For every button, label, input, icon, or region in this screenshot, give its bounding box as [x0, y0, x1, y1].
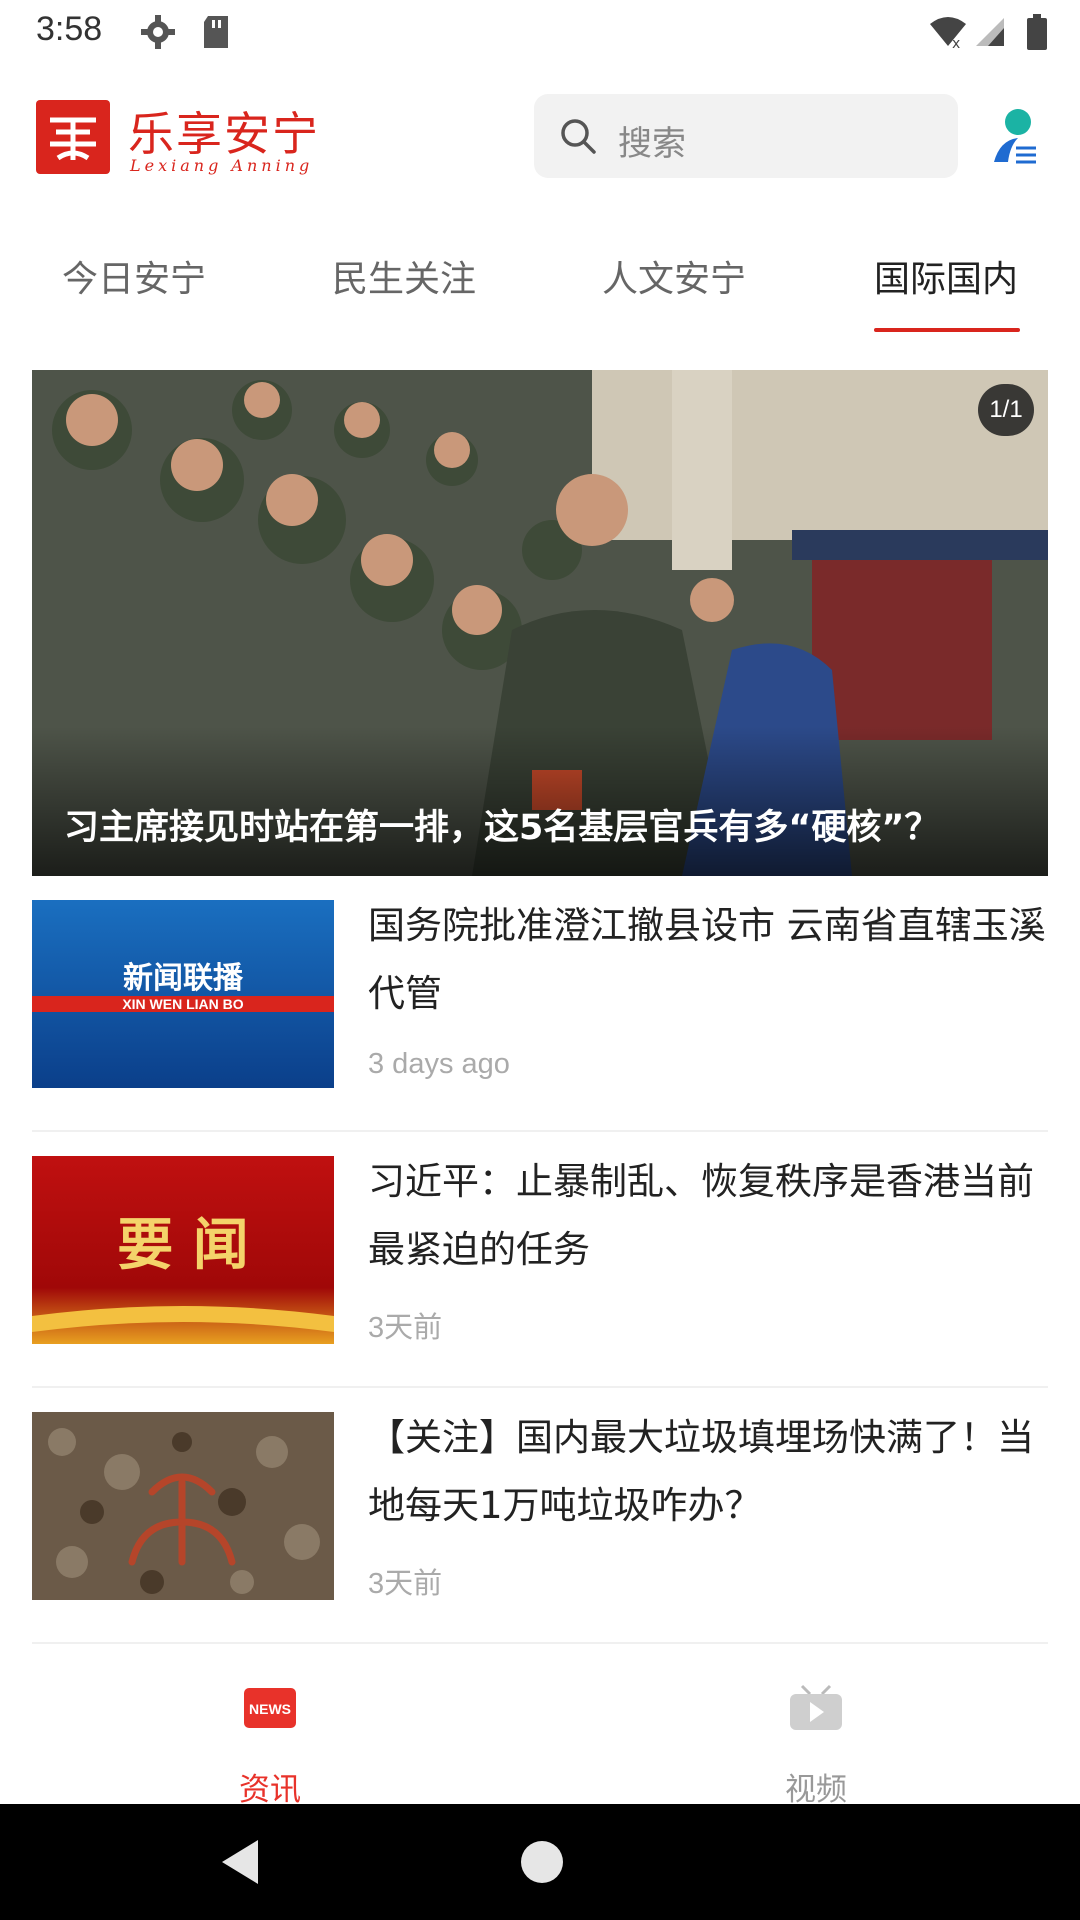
home-icon[interactable] — [520, 1840, 564, 1888]
nav-video-label: 视频 — [785, 1772, 847, 1808]
back-icon[interactable] — [218, 1838, 262, 1890]
news-thumbnail: 要 闻 — [32, 1156, 334, 1344]
divider — [32, 1642, 1048, 1644]
status-bar: 3:58 x — [0, 0, 1080, 66]
hero-page-counter: 1/1 — [978, 384, 1034, 436]
tab-today-anning[interactable]: 今日安宁 — [62, 250, 206, 302]
search-input[interactable]: 搜索 — [534, 94, 958, 178]
thumb-subtitle-text: XIN WEN LIAN BO — [122, 996, 243, 1012]
tab-livelihood[interactable]: 民生关注 — [332, 250, 476, 302]
news-time: 3天前 — [368, 1312, 443, 1344]
news-item[interactable]: 【关注】国内最大垃圾填埋场快满了！当地每天1万吨垃圾咋办？ 3天前 — [32, 1388, 1048, 1644]
news-title: 【关注】国内最大垃圾填埋场快满了！当地每天1万吨垃圾咋办？ — [368, 1416, 1034, 1527]
tab-international-domestic[interactable]: 国际国内 — [874, 250, 1018, 302]
search-icon — [558, 116, 598, 160]
news-title: 国务院批准澄江撤县设市 云南省直辖玉溪代管 — [368, 904, 1046, 1015]
sd-card-icon — [202, 14, 230, 54]
news-title: 习近平：止暴制乱、恢复秩序是香港当前最紧迫的任务 — [368, 1160, 1034, 1271]
news-time: 3天前 — [368, 1568, 443, 1600]
wifi-icon: x — [928, 14, 968, 54]
tab-culture-anning[interactable]: 人文安宁 — [602, 250, 746, 302]
news-icon-badge: NEWS — [249, 1701, 291, 1717]
thumb-title-text: 新闻联播 — [123, 961, 244, 996]
status-time: 3:58 — [36, 10, 103, 48]
user-profile-icon[interactable] — [990, 106, 1042, 170]
logo-title: 乐享安宁 — [128, 107, 320, 161]
news-thumbnail: 新闻联播 XIN WEN LIAN BO — [32, 900, 334, 1088]
hero-caption: 习主席接见时站在第一排，这5名基层官兵有多“硬核”？ — [64, 808, 940, 848]
active-tab-indicator — [874, 328, 1020, 332]
app-header: 乐享安宁 Lexiang Anning 搜索 — [0, 86, 1080, 192]
logo-subtitle: Lexiang Anning — [130, 156, 314, 175]
logo-mark — [36, 100, 110, 174]
hero-banner[interactable]: 1/1 习主席接见时站在第一排，这5名基层官兵有多“硬核”？ — [32, 370, 1048, 876]
video-icon — [788, 1684, 844, 1738]
settings-icon — [140, 14, 176, 54]
news-thumbnail — [32, 1412, 334, 1600]
signal-icon — [974, 14, 1006, 54]
news-time: 3 days ago — [368, 1048, 510, 1080]
system-navigation-bar — [0, 1804, 1080, 1920]
svg-text:x: x — [952, 36, 960, 50]
search-placeholder: 搜索 — [618, 124, 686, 164]
battery-icon — [1026, 14, 1048, 54]
nav-news-label: 资讯 — [239, 1772, 301, 1808]
news-item[interactable]: 要 闻 习近平：止暴制乱、恢复秩序是香港当前最紧迫的任务 3天前 — [32, 1132, 1048, 1388]
news-item[interactable]: 新闻联播 XIN WEN LIAN BO 国务院批准澄江撤县设市 云南省直辖玉溪… — [32, 876, 1048, 1132]
app-logo: 乐享安宁 Lexiang Anning — [36, 100, 326, 184]
news-icon: NEWS — [242, 1684, 298, 1738]
category-tabs: 今日安宁 民生关注 人文安宁 国际国内 — [0, 236, 1080, 336]
thumb-title-text: 要 闻 — [117, 1212, 249, 1278]
bottom-navigation: NEWS 资讯 视频 — [0, 1672, 1080, 1808]
